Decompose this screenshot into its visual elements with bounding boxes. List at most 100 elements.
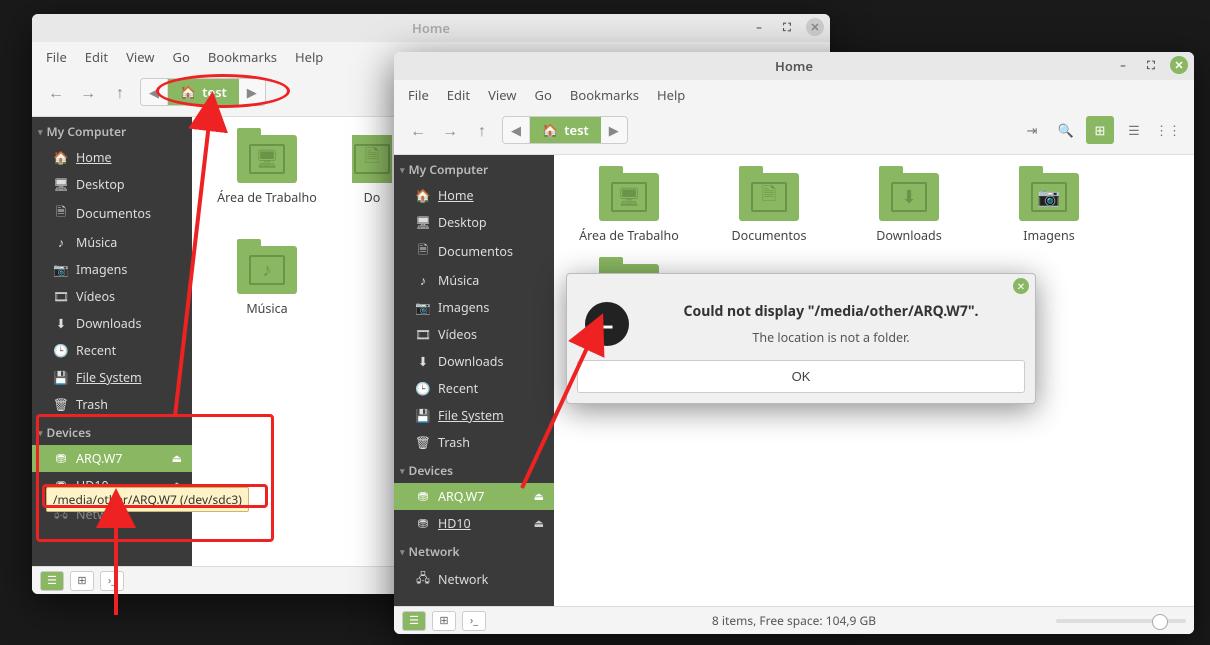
sidebar-item-trash[interactable]: 🗑Trash: [32, 391, 192, 418]
sidebar-item-videos[interactable]: 🎞Vídeos: [394, 321, 554, 348]
sidebar-item-musica[interactable]: ♪Música: [394, 267, 554, 294]
forward-button[interactable]: →: [438, 118, 462, 142]
back-button[interactable]: ←: [406, 118, 430, 142]
dialog-close-button[interactable]: ✕: [1013, 278, 1029, 294]
document-icon: 🗎: [416, 241, 430, 262]
menu-bookmarks[interactable]: Bookmarks: [208, 48, 277, 66]
toggle-location-button[interactable]: ⇥: [1018, 116, 1046, 144]
sidebar-item-arq[interactable]: ⛃ARQ.W7⏏: [394, 483, 554, 510]
sidebar-item-recent[interactable]: 🕒Recent: [32, 337, 192, 364]
menu-go[interactable]: Go: [535, 86, 552, 104]
sidebar-item-imagens[interactable]: 📷Imagens: [394, 294, 554, 321]
dialog-ok-button[interactable]: OK: [577, 360, 1025, 393]
folder-item[interactable]: 🖥 Área de Trabalho: [212, 135, 322, 206]
sidebar-section-computer[interactable]: My Computer: [394, 155, 554, 182]
menu-go[interactable]: Go: [173, 48, 190, 66]
maximize-button[interactable]: ⛶: [778, 18, 796, 36]
eject-icon[interactable]: ⏏: [534, 489, 544, 504]
sidebar-item-network[interactable]: 🖧Network: [394, 564, 554, 595]
sidebar-item-arq[interactable]: ⛃ARQ.W7⏏: [32, 445, 192, 472]
path-next-button[interactable]: ▶: [601, 117, 627, 143]
path-prev-button[interactable]: ◀: [503, 117, 530, 143]
menu-bookmarks[interactable]: Bookmarks: [570, 86, 639, 104]
sidebar-item-filesystem[interactable]: 💾File System: [394, 402, 554, 429]
sidebar-item-desktop[interactable]: 🖥Desktop: [32, 171, 192, 198]
menu-edit[interactable]: Edit: [85, 48, 108, 66]
menu-view[interactable]: View: [488, 86, 516, 104]
toolbar: ← → ↑ ◀ 🏠 test ▶ ⇥ 🔍 ⊞ ☰ ⋮⋮: [394, 110, 1194, 154]
folder-item[interactable]: 📷Imagens: [994, 173, 1104, 244]
sidebar-item-imagens[interactable]: 📷Imagens: [32, 256, 192, 283]
menu-view[interactable]: View: [126, 48, 154, 66]
sidebar-item-home[interactable]: 🏠Home: [394, 182, 554, 209]
path-current-label: test: [564, 121, 589, 139]
close-button[interactable]: ✕: [806, 18, 824, 36]
up-button[interactable]: ↑: [108, 80, 132, 104]
folder-item[interactable]: 🗎Documentos: [714, 173, 824, 244]
maximize-button[interactable]: ⛶: [1142, 56, 1160, 74]
dialog-message: The location is not a folder.: [645, 329, 1017, 346]
eject-icon[interactable]: ⏏: [172, 451, 182, 466]
sidebar-item-documentos[interactable]: 🗎Documentos: [32, 198, 192, 229]
download-icon: ⬇: [416, 353, 430, 370]
folder-item[interactable]: ⬇Downloads: [854, 173, 964, 244]
close-button[interactable]: ✕: [1170, 56, 1188, 74]
sidebar-section-devices[interactable]: Devices: [394, 456, 554, 483]
sidebar-item-downloads[interactable]: ⬇Downloads: [32, 310, 192, 337]
folder-item[interactable]: ♪ Música: [212, 246, 322, 317]
minimize-button[interactable]: –: [750, 18, 768, 36]
sidebar-item-desktop[interactable]: 🖥Desktop: [394, 209, 554, 236]
document-icon: 🗎: [54, 203, 68, 224]
sidebar-item-recent[interactable]: 🕒Recent: [394, 375, 554, 402]
minimize-button[interactable]: –: [1114, 56, 1132, 74]
sidebar-item-home[interactable]: 🏠Home: [32, 144, 192, 171]
camera-icon: 📷: [54, 261, 68, 278]
sidebar-section-network[interactable]: Network: [394, 537, 554, 564]
sidebar-toggle-button[interactable]: ☰: [402, 611, 426, 631]
search-button[interactable]: 🔍: [1052, 116, 1080, 144]
video-icon: 🎞: [416, 326, 430, 343]
terminal-toggle-button[interactable]: ›_: [100, 571, 124, 591]
music-icon: ♪: [54, 234, 68, 251]
clock-icon: 🕒: [416, 380, 430, 397]
sidebar-item-filesystem[interactable]: 💾File System: [32, 364, 192, 391]
tree-toggle-button[interactable]: ⊞: [70, 571, 94, 591]
menu-help[interactable]: Help: [295, 48, 323, 66]
back-button[interactable]: ←: [44, 80, 68, 104]
zoom-slider[interactable]: [1056, 619, 1186, 623]
folder-item[interactable]: 🖥Área de Trabalho: [574, 173, 684, 244]
sidebar-item-downloads[interactable]: ⬇Downloads: [394, 348, 554, 375]
path-prev-button[interactable]: ◀: [141, 79, 168, 105]
eject-icon[interactable]: ⏏: [534, 516, 544, 531]
path-current[interactable]: 🏠 test: [168, 79, 239, 105]
sidebar-item-hd10[interactable]: ⛃HD10⏏: [394, 510, 554, 537]
path-next-button[interactable]: ▶: [239, 79, 265, 105]
titlebar[interactable]: Home – ⛶ ✕: [32, 14, 830, 42]
sidebar-item-musica[interactable]: ♪Música: [32, 229, 192, 256]
forward-button[interactable]: →: [76, 80, 100, 104]
menu-file[interactable]: File: [46, 48, 67, 66]
menu-file[interactable]: File: [408, 86, 429, 104]
icon-view-button[interactable]: ⊞: [1086, 116, 1114, 144]
list-view-button[interactable]: ☰: [1120, 116, 1148, 144]
folder-icon: 🗎: [352, 135, 392, 183]
compact-view-button[interactable]: ⋮⋮: [1154, 116, 1182, 144]
tree-toggle-button[interactable]: ⊞: [432, 611, 456, 631]
menu-edit[interactable]: Edit: [447, 86, 470, 104]
up-button[interactable]: ↑: [470, 118, 494, 142]
music-icon: ♪: [416, 272, 430, 289]
menu-help[interactable]: Help: [657, 86, 685, 104]
titlebar[interactable]: Home – ⛶ ✕: [394, 52, 1194, 80]
sidebar-item-documentos[interactable]: 🗎Documentos: [394, 236, 554, 267]
sidebar-section-computer[interactable]: My Computer: [32, 117, 192, 144]
terminal-toggle-button[interactable]: ›_: [462, 611, 486, 631]
dialog-title: Could not display "/media/other/ARQ.W7".: [645, 302, 1017, 321]
menubar: File Edit View Go Bookmarks Help: [394, 80, 1194, 110]
folder-item[interactable]: 🗎 Do: [352, 135, 392, 206]
sidebar-item-videos[interactable]: 🎞Vídeos: [32, 283, 192, 310]
path-current[interactable]: 🏠 test: [530, 117, 601, 143]
home-icon: 🏠: [180, 83, 196, 101]
sidebar-item-trash[interactable]: 🗑Trash: [394, 429, 554, 456]
sidebar-toggle-button[interactable]: ☰: [40, 571, 64, 591]
sidebar-section-devices[interactable]: Devices: [32, 418, 192, 445]
